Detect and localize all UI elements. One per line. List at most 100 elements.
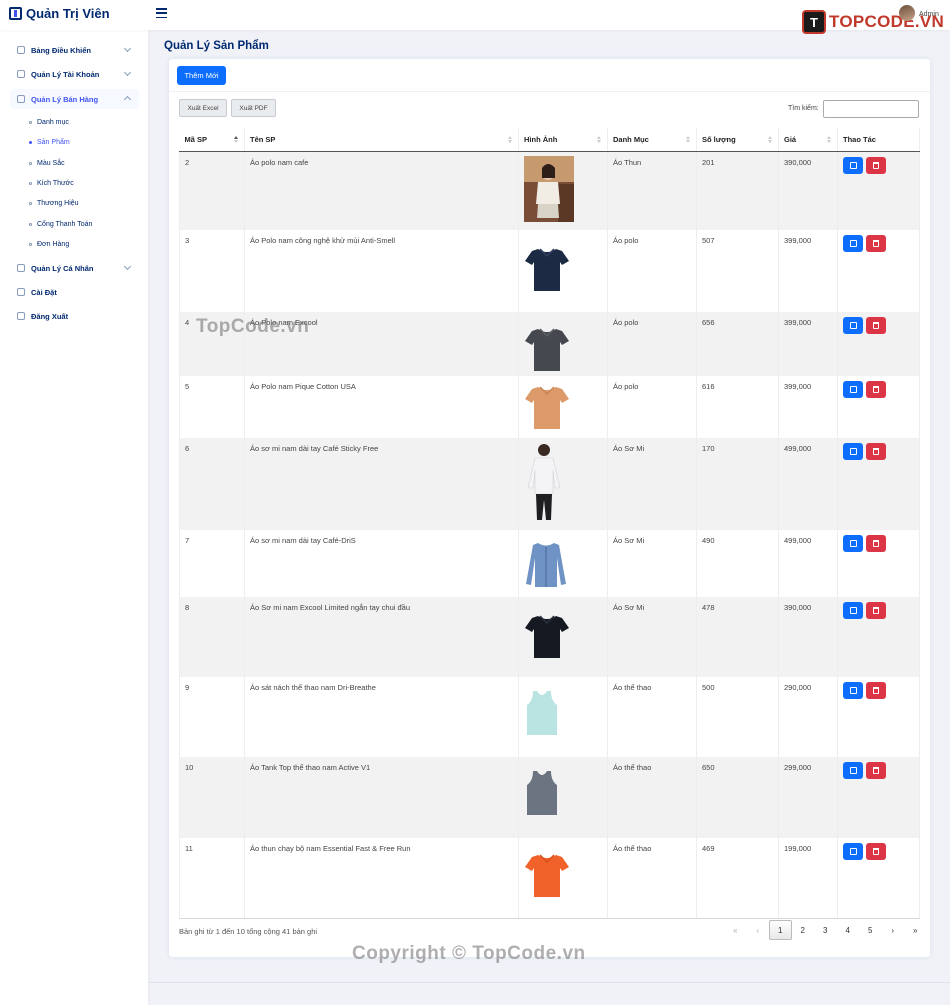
- products-table: Mã SP Tên SP Hình Ảnh Danh Mục Số lượng …: [179, 128, 920, 919]
- cell-category: Áo thể thao: [607, 676, 697, 757]
- edit-button[interactable]: [843, 316, 863, 334]
- edit-button[interactable]: [843, 442, 863, 460]
- brand[interactable]: Quản Trị Viên: [9, 6, 110, 21]
- edit-button[interactable]: [843, 761, 863, 779]
- avatar[interactable]: [899, 5, 915, 21]
- search-input[interactable]: [823, 100, 919, 118]
- page-button[interactable]: 2: [792, 920, 815, 940]
- edit-icon: [849, 161, 857, 169]
- cell-price: 199,000: [778, 837, 838, 919]
- delete-button[interactable]: [866, 380, 886, 398]
- column-header-category[interactable]: Danh Mục: [607, 128, 697, 152]
- chevron-down-icon: [123, 44, 132, 53]
- column-header-price[interactable]: Giá: [778, 128, 838, 152]
- cell-id: 6: [179, 437, 245, 530]
- menu-toggle-icon[interactable]: [156, 8, 167, 18]
- cell-quantity: 201: [696, 151, 779, 230]
- column-header-quantity[interactable]: Số lượng: [696, 128, 779, 152]
- edit-button[interactable]: [843, 681, 863, 699]
- cell-name: Áo thun chạy bộ nam Essential Fast & Fre…: [244, 837, 519, 919]
- app-title: Quản Trị Viên: [26, 6, 110, 21]
- cell-price: 499,000: [778, 437, 838, 530]
- sort-icon: [508, 136, 512, 144]
- add-new-button[interactable]: Thêm Mới: [177, 66, 226, 85]
- edit-icon: [849, 447, 857, 455]
- product-image: [524, 382, 602, 434]
- delete-button[interactable]: [866, 601, 886, 619]
- sidebar-subitem-3[interactable]: Kích Thước: [29, 176, 74, 190]
- sidebar-subitem-1[interactable]: Sản Phẩm: [29, 135, 70, 149]
- edit-button[interactable]: [843, 380, 863, 398]
- sidebar-item-4[interactable]: Cài Đặt: [10, 282, 139, 302]
- sort-icon: [597, 136, 601, 144]
- sort-icon: [827, 136, 831, 144]
- sort-icon: [768, 136, 772, 144]
- delete-button[interactable]: [866, 681, 886, 699]
- cell-quantity: 490: [696, 529, 779, 597]
- sidebar-subitem-4[interactable]: Thương Hiệu: [29, 196, 79, 210]
- column-label: Số lượng: [702, 134, 736, 144]
- edit-button[interactable]: [843, 234, 863, 252]
- cell-name: Áo sơ mi nam dài tay Café-DriS: [244, 529, 519, 597]
- top-bar: Quản Trị Viên T TOPCODE.VN Admin: [0, 0, 950, 34]
- edit-button[interactable]: [843, 842, 863, 860]
- chevron-down-icon: [123, 262, 132, 271]
- cell-quantity: 650: [696, 756, 779, 838]
- cell-category: Áo Sơ Mi: [607, 437, 697, 530]
- trash-icon: [873, 847, 879, 855]
- sidebar-subitem-0[interactable]: Danh mục: [29, 115, 69, 129]
- edit-icon: [849, 321, 857, 329]
- bullet-icon: [29, 181, 32, 185]
- accounts-icon: [17, 70, 25, 78]
- page-button[interactable]: 4: [837, 920, 860, 940]
- sidebar-item-2[interactable]: Quản Lý Bán Hàng: [10, 89, 139, 109]
- cell-category: Áo thể thao: [607, 756, 697, 838]
- sidebar-subitem-5[interactable]: Cổng Thanh Toán: [29, 217, 92, 231]
- column-header-name[interactable]: Tên SP: [244, 128, 519, 152]
- column-header-image[interactable]: Hình Ảnh: [518, 128, 608, 152]
- sidebar-item-5[interactable]: Đăng Xuất: [10, 306, 139, 326]
- sidebar-item-0[interactable]: Bảng Điều Khiển: [10, 40, 139, 60]
- delete-button[interactable]: [866, 316, 886, 334]
- export-excel-button[interactable]: Xuất Excel: [179, 99, 227, 117]
- trash-icon: [873, 161, 879, 169]
- cell-id: 11: [179, 837, 245, 919]
- sidebar-item-label: Cài Đặt: [31, 287, 57, 297]
- delete-button[interactable]: [866, 442, 886, 460]
- last-page-button[interactable]: »: [904, 920, 927, 940]
- sidebar-subitem-6[interactable]: Đơn Hàng: [29, 237, 69, 251]
- product-image: [524, 155, 602, 224]
- sidebar-item-label: Quản Lý Tài Khoản: [31, 69, 100, 79]
- delete-button[interactable]: [866, 534, 886, 552]
- sidebar-item-1[interactable]: Quản Lý Tài Khoản: [10, 64, 139, 84]
- column-label: Tên SP: [250, 134, 276, 144]
- sidebar-subitem-label: Sản Phẩm: [37, 138, 70, 146]
- cell-category: Áo polo: [607, 311, 697, 376]
- user-name[interactable]: Admin: [919, 11, 939, 18]
- delete-button[interactable]: [866, 234, 886, 252]
- column-header-id[interactable]: Mã SP: [179, 128, 245, 152]
- product-image: [524, 540, 602, 592]
- delete-button[interactable]: [866, 156, 886, 174]
- cell-actions: [837, 596, 920, 677]
- prev-page-button[interactable]: ‹: [747, 920, 770, 940]
- trash-icon: [873, 385, 879, 393]
- sidebar-item-3[interactable]: Quản Lý Cá Nhân: [10, 258, 139, 278]
- edit-button[interactable]: [843, 601, 863, 619]
- edit-button[interactable]: [843, 156, 863, 174]
- sidebar-subitem-label: Thương Hiệu: [37, 199, 79, 207]
- next-page-button[interactable]: ›: [882, 920, 905, 940]
- sidebar-subitem-2[interactable]: Màu Sắc: [29, 156, 65, 170]
- delete-button[interactable]: [866, 842, 886, 860]
- page-button[interactable]: 1: [769, 920, 792, 940]
- export-pdf-button[interactable]: Xuất PDF: [231, 99, 276, 117]
- column-label: Danh Mục: [613, 134, 649, 144]
- edit-button[interactable]: [843, 534, 863, 552]
- table-row: 3 Áo Polo nam công nghệ khử mùi Anti-Smel…: [179, 229, 920, 312]
- first-page-button[interactable]: «: [724, 920, 747, 940]
- edit-icon: [849, 385, 857, 393]
- edit-icon: [849, 606, 857, 614]
- page-button[interactable]: 3: [814, 920, 837, 940]
- page-button[interactable]: 5: [859, 920, 882, 940]
- delete-button[interactable]: [866, 761, 886, 779]
